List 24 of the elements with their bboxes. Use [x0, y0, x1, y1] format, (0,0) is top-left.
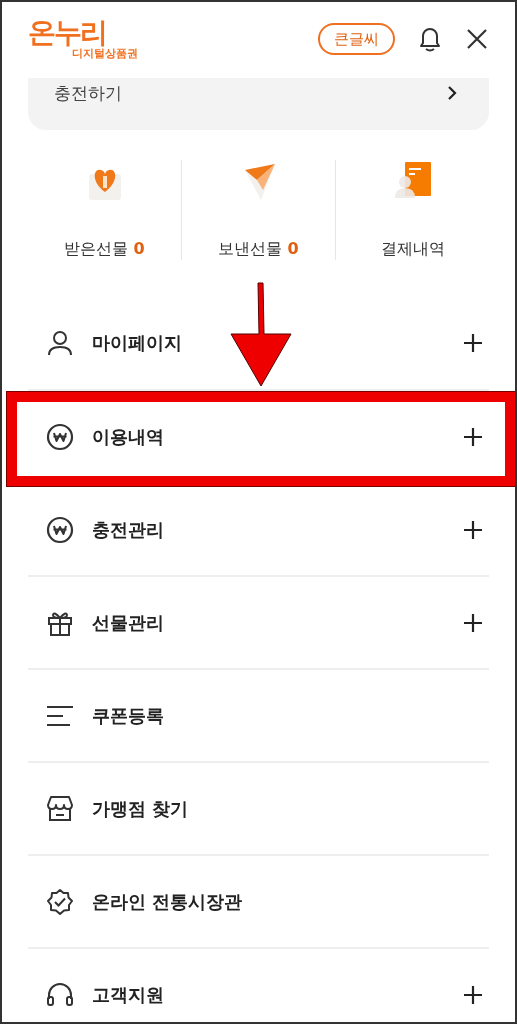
badge-check-icon — [46, 887, 74, 916]
charge-card[interactable]: 충전하기 — [28, 78, 489, 130]
menu-item[interactable]: 쿠폰등록 — [28, 668, 489, 761]
chevron-right-icon — [447, 86, 457, 100]
menu-item[interactable]: 가맹점 찾기 — [28, 761, 489, 854]
won-coin-icon — [46, 422, 74, 451]
quick-link-label[interactable]: 결제내역 — [380, 239, 445, 260]
logo-subtitle: 디지털상품권 — [72, 48, 138, 59]
store-icon — [46, 794, 74, 823]
quick-link-label[interactable]: 보낸선물 0 — [218, 239, 299, 260]
menu-item[interactable]: 이용내역 — [28, 389, 489, 482]
large-text-button[interactable]: 큰글씨 — [318, 23, 395, 55]
person-icon — [46, 328, 74, 357]
won-coin-icon — [46, 515, 74, 544]
headset-icon — [46, 980, 74, 1009]
menu-item[interactable]: 마이페이지 — [28, 296, 489, 389]
close-icon[interactable] — [465, 27, 489, 51]
menu-item[interactable]: 온라인 전통시장관 — [28, 854, 489, 947]
menu-item[interactable]: 충전관리 — [28, 482, 489, 575]
menu-item[interactable]: 선물관리 — [28, 575, 489, 668]
logo-title: 온누리 — [28, 19, 106, 47]
charge-label: 충전하기 — [54, 82, 122, 105]
menu-item[interactable]: 고객지원 — [28, 947, 489, 1022]
quick-link-label[interactable]: 받은선물 0 — [64, 239, 145, 260]
